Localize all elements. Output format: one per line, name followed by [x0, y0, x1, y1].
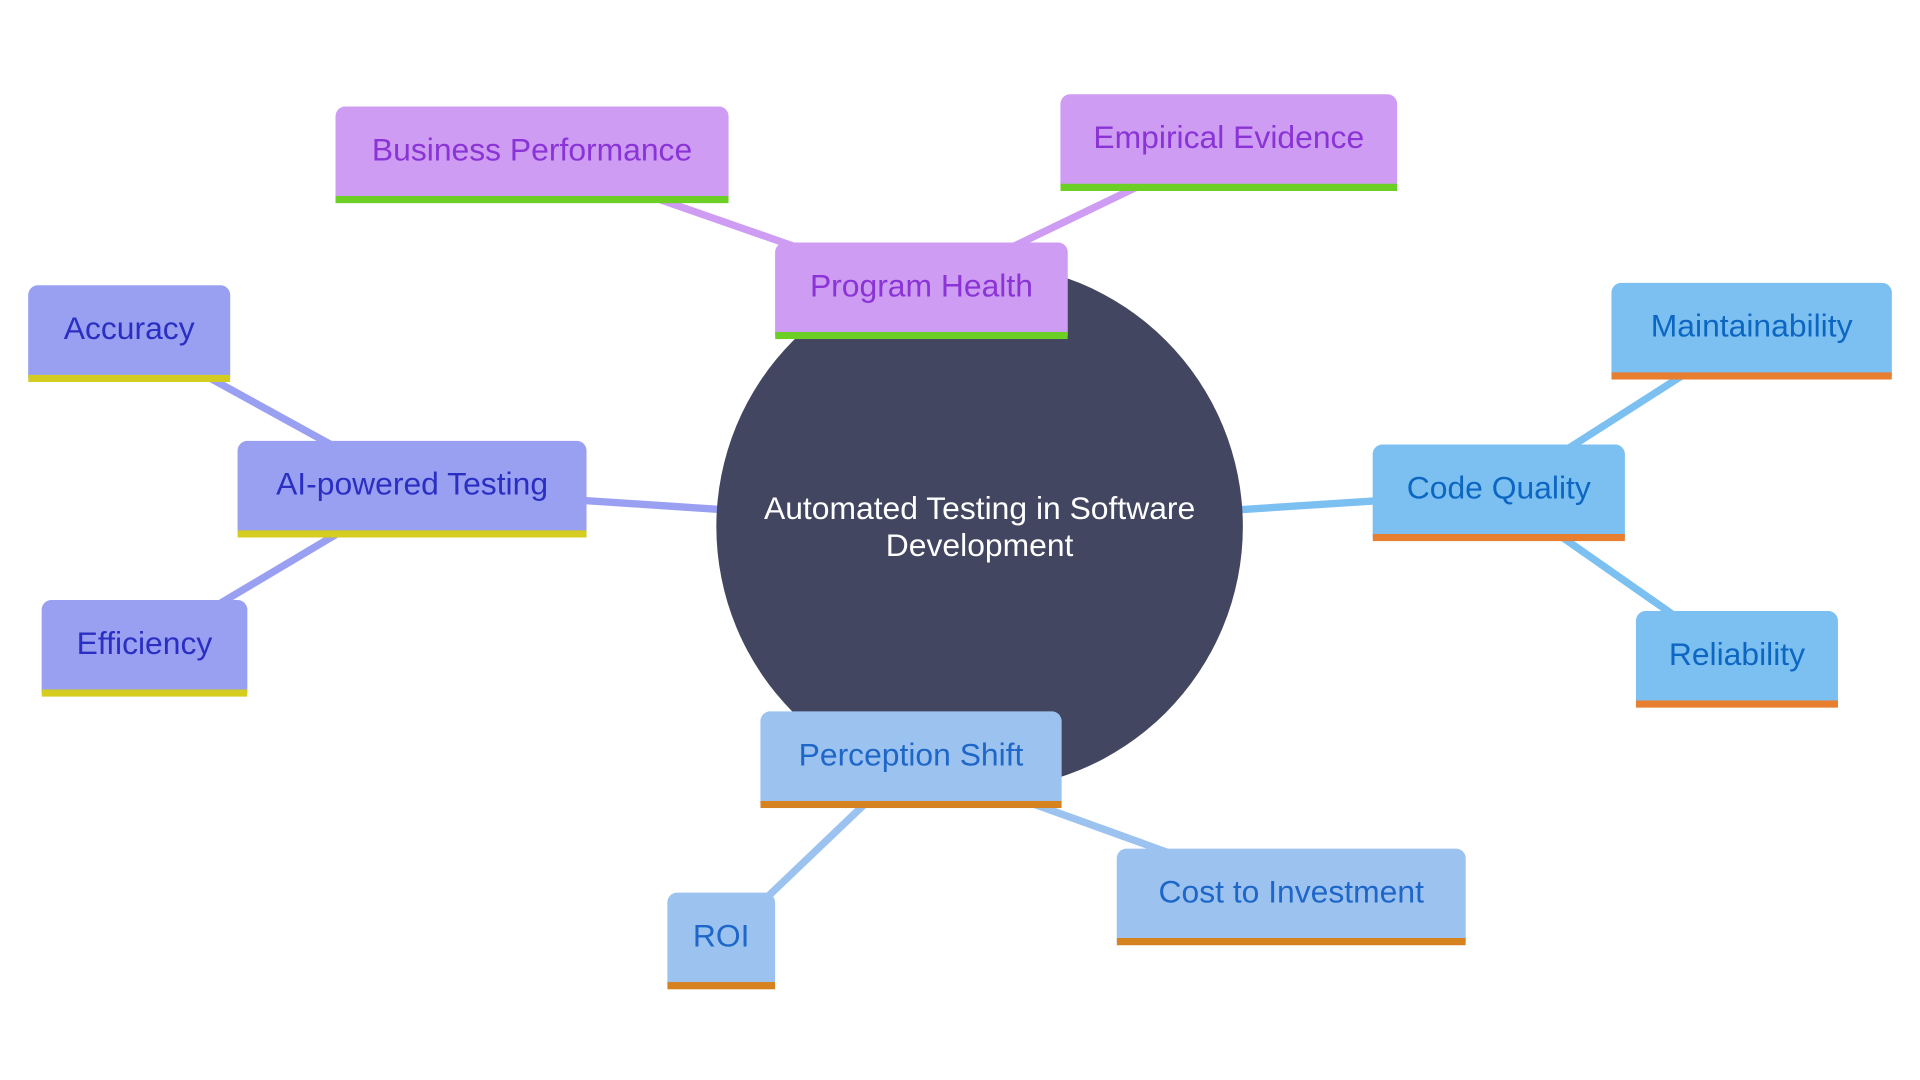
leaf-node-accuracy[interactable]: Accuracy	[28, 285, 231, 383]
node-label: Maintainability	[1650, 307, 1853, 345]
leaf-node-maintainability[interactable]: Maintainability	[1611, 282, 1892, 380]
center-node-label: Automated Testing in Software Developmen…	[763, 489, 1196, 564]
branch-node-perception-shift[interactable]: Perception Shift	[760, 711, 1062, 809]
mindmap-canvas: Automated Testing in Software Developmen…	[0, 0, 1920, 1078]
node-label: Empirical Evidence	[1093, 118, 1365, 156]
branch-node-code-quality[interactable]: Code Quality	[1372, 444, 1625, 542]
leaf-node-reliability[interactable]: Reliability	[1635, 611, 1838, 708]
leaf-node-business-performance[interactable]: Business Performance	[335, 106, 729, 204]
leaf-node-efficiency[interactable]: Efficiency	[41, 600, 248, 697]
node-label: AI-powered Testing	[276, 465, 549, 503]
node-label: Efficiency	[76, 624, 213, 662]
node-label: Business Performance	[371, 131, 693, 168]
node-label: Perception Shift	[798, 735, 1024, 773]
node-label: Cost to Investment	[1158, 873, 1424, 910]
node-label: ROI	[692, 917, 750, 954]
leaf-node-empirical-evidence[interactable]: Empirical Evidence	[1060, 94, 1398, 192]
branch-node-program-health[interactable]: Program Health	[775, 242, 1068, 340]
branch-node-ai-powered-testing[interactable]: AI-powered Testing	[237, 440, 587, 538]
node-label: Code Quality	[1406, 468, 1591, 506]
leaf-node-cost-to-investment[interactable]: Cost to Investment	[1116, 848, 1466, 946]
node-label: Accuracy	[63, 309, 195, 347]
node-label: Reliability	[1668, 635, 1806, 673]
leaf-node-roi[interactable]: ROI	[667, 892, 776, 990]
node-label: Program Health	[809, 266, 1033, 304]
